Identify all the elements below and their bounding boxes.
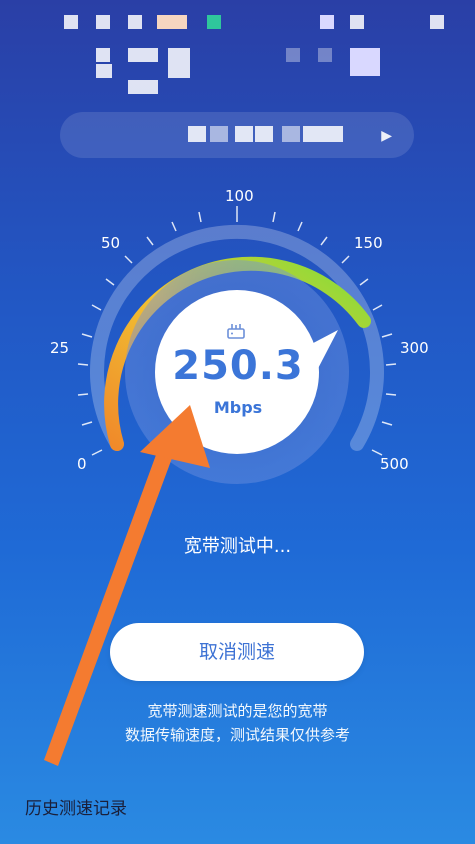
gauge-tick-label: 150: [354, 234, 383, 252]
network-name-mask: [188, 126, 206, 142]
status-icon: [207, 15, 221, 29]
network-name-mask: [303, 126, 343, 142]
network-name-mask: [235, 126, 253, 142]
chevron-right-icon: ▶: [381, 128, 392, 144]
description-line: 宽带测速测试的是您的宽带: [147, 702, 328, 720]
network-name-mask: [210, 126, 228, 142]
router-icon: [227, 324, 245, 339]
status-icon: [320, 15, 334, 29]
speed-value: 250.3: [172, 343, 304, 389]
gauge-tick-label: 300: [400, 339, 429, 357]
status-icon: [64, 15, 78, 29]
gauge-tick-label: 100: [225, 187, 254, 205]
status-icon: [157, 15, 187, 29]
speed-unit: Mbps: [213, 398, 263, 417]
status-icon: [96, 15, 110, 29]
gauge-tick-label: 25: [50, 339, 70, 357]
network-name-mask: [255, 126, 273, 142]
header-block: [168, 48, 190, 78]
network-selector[interactable]: ▶: [60, 112, 414, 158]
gauge-tick-label: 0: [77, 455, 87, 473]
header-block: [286, 48, 300, 62]
header-block: [128, 48, 158, 62]
gauge-tick-label: 50: [101, 234, 121, 252]
cancel-test-button[interactable]: 取消测速: [110, 623, 364, 681]
status-icon: [430, 15, 444, 29]
gauge-tick-label: 500: [380, 455, 409, 473]
status-icon: [128, 15, 142, 29]
header-block: [318, 48, 332, 62]
header-block: [128, 80, 158, 94]
header-block: [96, 48, 110, 62]
status-bar: [0, 0, 475, 100]
status-icon: [350, 15, 364, 29]
header-block: [350, 48, 380, 76]
network-name-mask: [282, 126, 300, 142]
header-block: [96, 64, 112, 78]
history-records-link[interactable]: 历史测速记录: [25, 794, 127, 819]
description-line: 数据传输速度，测试结果仅供参考: [124, 726, 350, 744]
testing-status: 宽带测试中...: [183, 536, 292, 557]
